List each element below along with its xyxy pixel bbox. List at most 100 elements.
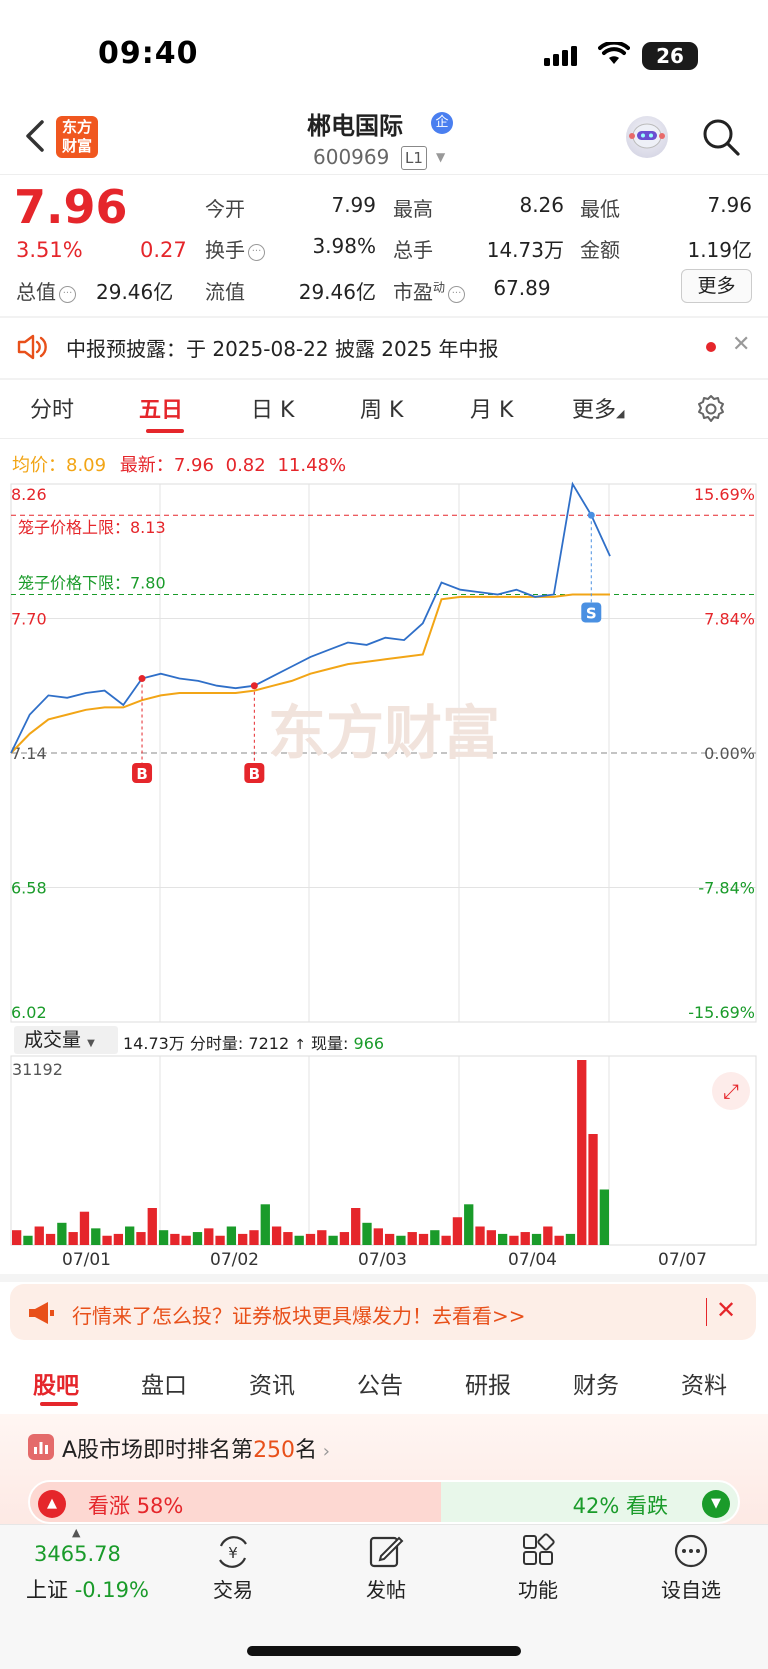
nav-trade[interactable]: 交易 bbox=[183, 1574, 283, 1603]
more-quote-button[interactable]: 更多 bbox=[681, 269, 752, 303]
current-price: 7.96 bbox=[14, 180, 128, 234]
volume-bar bbox=[12, 1230, 22, 1245]
tab-more[interactable]: 更多◢ bbox=[572, 392, 624, 424]
trade-icon[interactable]: ¥ bbox=[213, 1534, 253, 1570]
promo-text[interactable]: 行情来了怎么投？证券板块更具爆发力！去看看>> bbox=[72, 1300, 526, 1329]
tab-intraday[interactable]: 分时 bbox=[30, 392, 74, 424]
amount-value: 1.19亿 bbox=[687, 238, 752, 262]
notice-divider bbox=[0, 378, 768, 380]
tabs-divider bbox=[0, 438, 768, 439]
y-tick-label-pct: 7.84% bbox=[704, 610, 755, 629]
post-icon[interactable] bbox=[367, 1532, 405, 1570]
robot-assistant-icon[interactable] bbox=[626, 116, 668, 158]
volume-bar bbox=[599, 1189, 609, 1245]
back-arrow-icon[interactable] bbox=[18, 116, 54, 156]
change-percent: 3.51% bbox=[16, 238, 83, 262]
pe-label[interactable]: 市盈动 ··· bbox=[393, 276, 466, 305]
turnover-value: 3.98% bbox=[312, 234, 376, 258]
volume-bar bbox=[543, 1226, 553, 1245]
info-icon: ··· bbox=[448, 286, 466, 303]
y-tick-label: 7.70 bbox=[11, 610, 47, 629]
tab-pankou[interactable]: 盘口 bbox=[141, 1366, 187, 1400]
lower-limit-label: 笼子价格下限：7.80 bbox=[18, 573, 166, 592]
tab-monthly-k[interactable]: 月 K bbox=[470, 392, 513, 424]
low-label: 最低 bbox=[580, 197, 620, 221]
index-change[interactable]: 上证 -0.19% bbox=[26, 1574, 149, 1604]
logo-line2: 财富 bbox=[61, 137, 92, 155]
functions-icon[interactable] bbox=[520, 1532, 558, 1570]
tab-five-day[interactable]: 五日 bbox=[139, 392, 183, 424]
volume-bar bbox=[520, 1232, 530, 1245]
minute-volume: 7212 bbox=[248, 1034, 290, 1053]
y-tick-label: 6.58 bbox=[11, 879, 47, 898]
close-icon[interactable]: ✕ bbox=[716, 1296, 736, 1324]
status-time: 09:40 bbox=[98, 36, 199, 71]
volume-bar bbox=[45, 1233, 56, 1245]
tab-daily-k[interactable]: 日 K bbox=[251, 392, 294, 424]
tab-finance[interactable]: 财务 bbox=[573, 1366, 619, 1400]
close-icon[interactable]: ✕ bbox=[732, 332, 750, 357]
sentiment-vote-bar[interactable]: ▲ 看涨 58% 42% 看跌 ▼ bbox=[28, 1480, 740, 1524]
corner-caret-icon: ◢ bbox=[616, 407, 625, 420]
more-icon[interactable] bbox=[672, 1532, 710, 1570]
volume-bar bbox=[23, 1235, 33, 1245]
volume-label: 总手 bbox=[393, 238, 433, 262]
rank-chart-icon bbox=[28, 1434, 54, 1460]
volume-bar bbox=[441, 1235, 451, 1245]
up-arrow-icon[interactable]: ▲ bbox=[38, 1490, 66, 1518]
five-day-chart[interactable]: 笼子价格上限：8.13笼子价格下限：7.80东方财富8.267.707.146.… bbox=[0, 440, 768, 1270]
tab-guba[interactable]: 股吧 bbox=[33, 1366, 79, 1400]
promo-separator bbox=[706, 1298, 707, 1326]
nav-post[interactable]: 发帖 bbox=[336, 1574, 436, 1603]
upper-limit-label: 笼子价格上限：8.13 bbox=[18, 518, 166, 537]
volume-bar bbox=[407, 1232, 417, 1245]
tab-news[interactable]: 资讯 bbox=[249, 1366, 295, 1400]
y-tick-label: 6.02 bbox=[11, 1003, 47, 1022]
market-rank[interactable]: A股市场即时排名第250名 › bbox=[62, 1432, 330, 1464]
change-amount: 0.27 bbox=[140, 238, 187, 262]
x-tick-date: 07/07 bbox=[658, 1250, 707, 1270]
nav-add-watchlist[interactable]: 设自选 bbox=[641, 1574, 741, 1603]
down-arrow-icon[interactable]: ▼ bbox=[702, 1490, 730, 1518]
vote-up-text: 看涨 58% bbox=[88, 1494, 184, 1518]
expand-icon[interactable]: ⤢ bbox=[712, 1072, 750, 1110]
volume-bar bbox=[384, 1233, 395, 1245]
market-cap-value: 29.46亿 bbox=[96, 280, 174, 304]
volume-bar bbox=[238, 1233, 248, 1245]
pe-value: 67.89 bbox=[493, 276, 551, 300]
settings-gear-icon[interactable] bbox=[696, 394, 726, 424]
app-logo[interactable]: 东方 财富 bbox=[56, 116, 98, 158]
volume-bar bbox=[430, 1230, 440, 1245]
volume-bar bbox=[215, 1235, 225, 1245]
volume-bar bbox=[181, 1235, 191, 1245]
volume-bar bbox=[192, 1232, 203, 1245]
tab-research[interactable]: 研报 bbox=[465, 1366, 511, 1400]
info-icon: ··· bbox=[248, 244, 265, 261]
volume-value: 14.73万 bbox=[486, 238, 564, 262]
tab-profile[interactable]: 资料 bbox=[681, 1366, 727, 1400]
volume-bar bbox=[531, 1233, 542, 1245]
volume-bar bbox=[57, 1222, 67, 1245]
float-cap-label: 流值 bbox=[205, 280, 245, 304]
tab-announcements[interactable]: 公告 bbox=[357, 1366, 403, 1400]
volume-bar bbox=[362, 1222, 372, 1245]
index-value[interactable]: 3465.78 bbox=[34, 1542, 121, 1566]
search-icon[interactable] bbox=[700, 116, 742, 158]
volume-indicator-select[interactable]: 成交量 ▼ bbox=[14, 1026, 118, 1054]
turnover-label[interactable]: 换手 ··· bbox=[205, 234, 265, 263]
volume-bar bbox=[396, 1235, 406, 1245]
level-badge[interactable]: L1 bbox=[401, 146, 427, 170]
market-cap-label[interactable]: 总值 ··· bbox=[16, 276, 76, 305]
volume-bar bbox=[204, 1228, 214, 1245]
nav-functions[interactable]: 功能 bbox=[488, 1574, 588, 1603]
tab-weekly-k[interactable]: 周 K bbox=[360, 392, 403, 424]
volume-bar bbox=[68, 1232, 78, 1245]
caret-down-icon[interactable]: ▼ bbox=[436, 150, 445, 164]
volume-bar bbox=[464, 1204, 474, 1245]
stock-code[interactable]: 600969 bbox=[313, 145, 389, 169]
volume-bar bbox=[136, 1232, 146, 1245]
volume-bar bbox=[452, 1217, 463, 1245]
volume-bar bbox=[260, 1204, 270, 1245]
notice-text[interactable]: 中报预披露：于 2025-08-22 披露 2025 年中报 bbox=[66, 333, 499, 362]
stock-name[interactable]: 郴电国际 bbox=[280, 106, 430, 141]
